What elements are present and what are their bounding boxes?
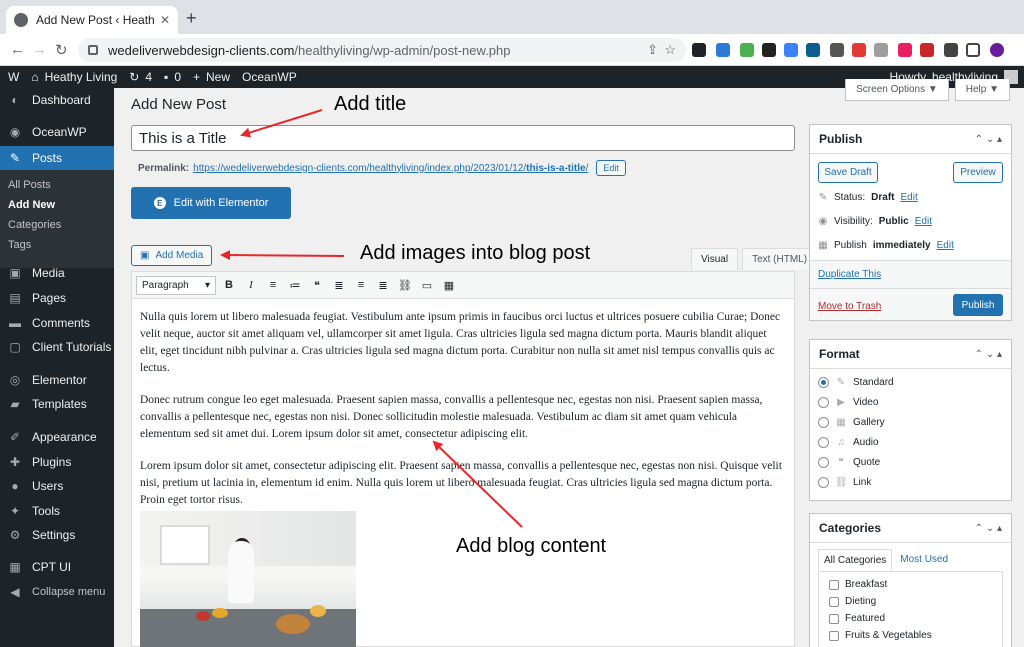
arrow-to-title: [240, 109, 323, 138]
arrow-to-add-media: [220, 250, 345, 261]
annotation-arrows: [220, 109, 523, 528]
arrow-to-content: [432, 440, 523, 528]
